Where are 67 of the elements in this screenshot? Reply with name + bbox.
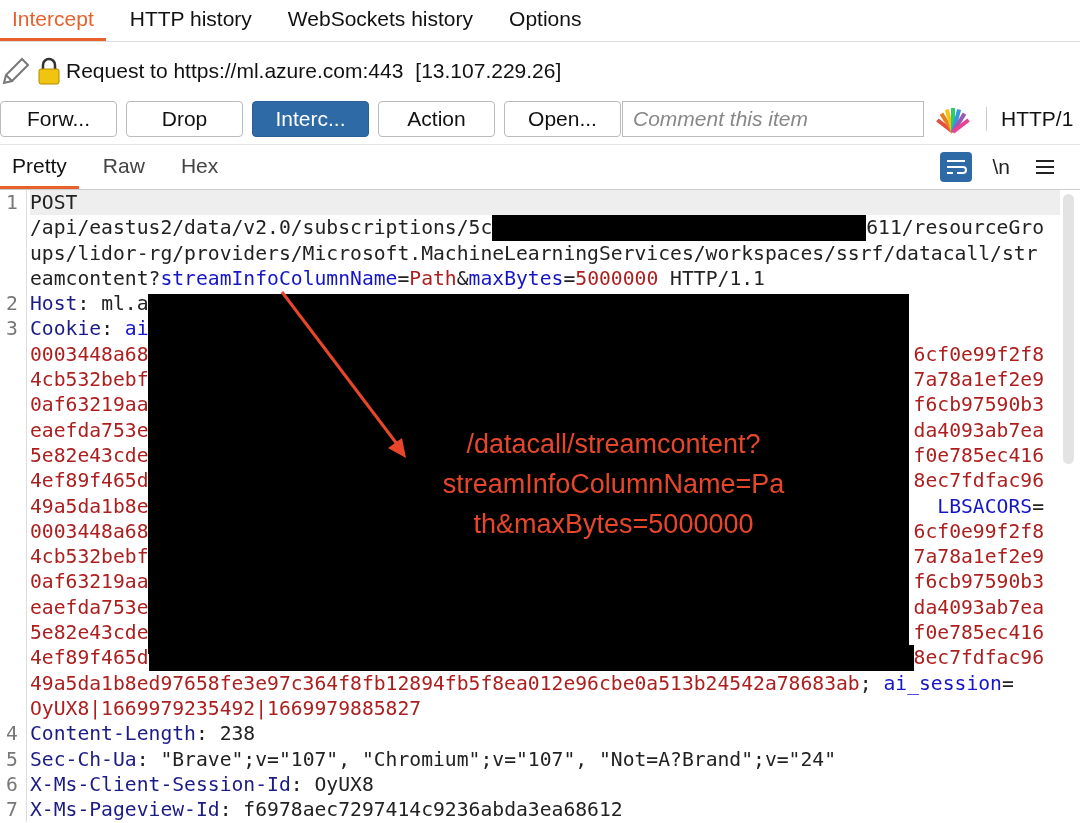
code-text: f0e785ec416: [913, 620, 1045, 646]
code-text: da4093ab7ea: [913, 417, 1045, 443]
code-text: Sec-Ch-Ua: "Brave";v="107", "Chromium";v="107", "Not=A?Brand";v="24": [30, 746, 836, 772]
code-text: 611/resourceGro: [866, 215, 1045, 241]
toolbar-button[interactable]: Open...: [504, 101, 621, 137]
annotation-text: /datacall/streamcontent? streamInfoColumnName=Pa th&maxBytes=5000000: [442, 428, 785, 541]
toolbar-button[interactable]: Forw...: [0, 101, 117, 137]
tab[interactable]: Options: [497, 0, 594, 41]
line-number: 7: [5, 797, 19, 823]
request-ip: [13.107.229.26]: [415, 59, 562, 83]
line-number: 6: [5, 771, 19, 798]
code-text: X-Ms-Client-Session-Id: OyUX8: [30, 771, 374, 798]
code-text: 4ef89f465d: [30, 645, 149, 671]
code-text: eaefda753e: [30, 417, 149, 443]
view-tab[interactable]: Raw: [90, 145, 157, 189]
code-text: /api/eastus2/data/v2.0/subscriptions/5c: [30, 215, 493, 241]
code-text: 8ec7fdfac96: [913, 468, 1045, 494]
code-text: 4cb532bebf: [30, 367, 149, 393]
tab[interactable]: HTTP history: [117, 0, 264, 41]
code-text: 0af63219aa: [30, 392, 149, 418]
code-text: Cookie: ai: [30, 316, 149, 342]
code-text: 49a5da1b8e: [30, 493, 149, 519]
code-text: 0003448a68: [30, 341, 149, 368]
toolbar-button[interactable]: Drop: [126, 101, 243, 137]
code-text: 49a5da1b8ed97658fe3e97c364f8fb12894fb5f8ea012e96cbe0a513b24542a78683ab; ai_session=: [30, 670, 1014, 696]
code-text: 5e82e43cde: [30, 442, 149, 469]
comment-field[interactable]: Comment this item: [622, 101, 924, 137]
request-url: Request to https://ml.azure.com:443: [66, 59, 404, 83]
line-number: 4: [5, 721, 19, 747]
code-text: f0e785ec416: [913, 442, 1045, 469]
toolbar-button[interactable]: Interc...: [252, 101, 369, 137]
newline-toggle[interactable]: \n: [992, 155, 1010, 179]
scrollbar[interactable]: [1063, 194, 1074, 464]
pencil-icon[interactable]: [0, 55, 32, 87]
code-text: 6cf0e99f2f8: [913, 518, 1045, 545]
code-text: 6cf0e99f2f8: [913, 341, 1045, 368]
code-text: da4093ab7ea: [913, 594, 1045, 621]
code-text: 5e82e43cde: [30, 620, 149, 646]
protocol-label: HTTP/1: [986, 107, 1074, 131]
code-text: ups/lidor-rg/providers/Microsoft.MachineLearningServices/workspaces/ssrf/datacall/str: [30, 240, 1038, 266]
code-text: 7a78a1ef2e9: [913, 367, 1045, 393]
code-text: 8ec7fdfac96: [913, 645, 1045, 671]
view-tab[interactable]: Hex: [168, 145, 231, 189]
line-number: 2: [5, 291, 19, 317]
line-number: 3: [5, 316, 19, 342]
lock-icon: [38, 57, 60, 85]
code-text: eamcontent?streamInfoColumnName=Path&maxBytes=5000000 HTTP/1.1: [30, 265, 765, 292]
line-number: 1: [5, 190, 19, 216]
code-text: eaefda753e: [30, 594, 149, 621]
code-text: X-Ms-Pageview-Id: f6978aec7297414c9236abda3ea68612: [30, 797, 623, 823]
code-text: 7a78a1ef2e9: [913, 544, 1045, 570]
tab[interactable]: WebSockets history: [275, 0, 486, 41]
code-text: POST: [30, 190, 78, 216]
menu-icon[interactable]: [1036, 159, 1054, 175]
code-text: OyUX8|1669979235492|1669979885827: [30, 695, 422, 722]
code-text: 4cb532bebf: [30, 544, 149, 570]
code-text: f6cb97590b3: [913, 569, 1045, 595]
code-text: 0003448a68: [30, 518, 149, 545]
code-text: 0af63219aa: [30, 569, 149, 595]
code-text: LBSACORS=: [937, 493, 1045, 519]
code-text: 4ef89f465d: [30, 468, 149, 494]
toolbar-button[interactable]: Action: [378, 101, 495, 137]
code-text: Content-Length: 238: [30, 721, 256, 747]
code-text: Host: ml.a: [30, 291, 149, 317]
code-text: f6cb97590b3: [913, 392, 1045, 418]
line-number: 5: [5, 746, 19, 772]
wrap-icon[interactable]: [940, 152, 973, 182]
